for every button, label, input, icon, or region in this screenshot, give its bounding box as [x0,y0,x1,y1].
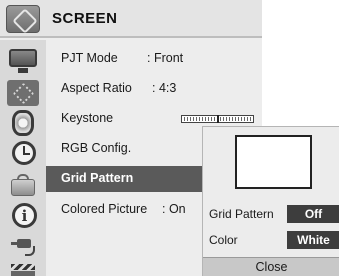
rgb-config-label: RGB Config. [61,141,132,155]
aspect-ratio-value: : 4:3 [152,81,177,95]
close-button[interactable]: Close [203,257,339,276]
menu-title: SCREEN [52,10,118,27]
colored-picture-value: : On [162,202,186,216]
keystone-slider-tick [214,117,215,121]
keystone-slider-tick [184,117,185,121]
grid-pattern-label: Grid Pattern [61,171,134,185]
keystone-slider-tick [199,117,200,121]
aspect-ratio-label: Aspect Ratio [61,81,132,95]
keystone-slider-tick [244,117,245,121]
keystone-slider-tick [223,117,224,121]
pjt-mode-label: PJT Mode [61,51,118,65]
menu-item-grid-pattern[interactable]: Grid Pattern [46,166,202,192]
keystone-label: Keystone [61,111,114,125]
keystone-slider-marker[interactable] [217,115,219,123]
keystone-slider-tick [238,117,239,121]
keystone-slider-tick [202,117,203,121]
keystone-slider-tick [187,117,188,121]
clock-icon[interactable] [7,140,39,166]
monitor-icon[interactable] [7,48,39,74]
menu-item-colored-picture[interactable]: Colored Picture : On [46,197,202,223]
keystone-slider-tick [250,117,251,121]
grid-pattern-popup: Grid Pattern Off Color White Close [202,126,339,276]
keystone-slider-tick [247,117,248,121]
keystone-slider-tick [208,117,209,121]
keystone-slider-tick [196,117,197,121]
keystone-slider-tick [211,117,212,121]
popup-grid-pattern-label: Grid Pattern [209,207,274,221]
menu-header: SCREEN [0,0,262,38]
keystone-slider-tick [220,117,221,121]
colored-picture-label: Colored Picture [61,202,148,216]
keystone-slider-tick [235,117,236,121]
screen-settings-icon [6,5,40,33]
speaker-icon[interactable] [7,110,39,136]
popup-color-label: Color [209,233,238,247]
clapperboard-icon[interactable] [7,262,39,276]
keystone-slider-tick [232,117,233,121]
keystone-slider-tick [226,117,227,121]
keystone-slider-tick [205,117,206,121]
keystone-slider[interactable] [181,115,254,123]
keystone-slider-tick [229,117,230,121]
color-value[interactable]: White [287,231,339,249]
bag-icon[interactable] [7,172,39,198]
keystone-slider-tick [241,117,242,121]
pjt-mode-value: : Front [147,51,184,65]
keystone-slider-tick [190,117,191,121]
screen-icon[interactable] [7,80,39,106]
keystone-slider-tick [193,117,194,121]
category-icon-bar: i [0,40,46,276]
menu-item-pjt-mode[interactable]: PJT Mode : Front [46,46,262,72]
menu-item-aspect-ratio[interactable]: Aspect Ratio : 4:3 [46,76,262,102]
info-icon[interactable]: i [7,203,39,229]
cable-icon[interactable] [7,233,39,259]
pattern-preview [235,135,312,189]
grid-pattern-value[interactable]: Off [287,205,339,223]
